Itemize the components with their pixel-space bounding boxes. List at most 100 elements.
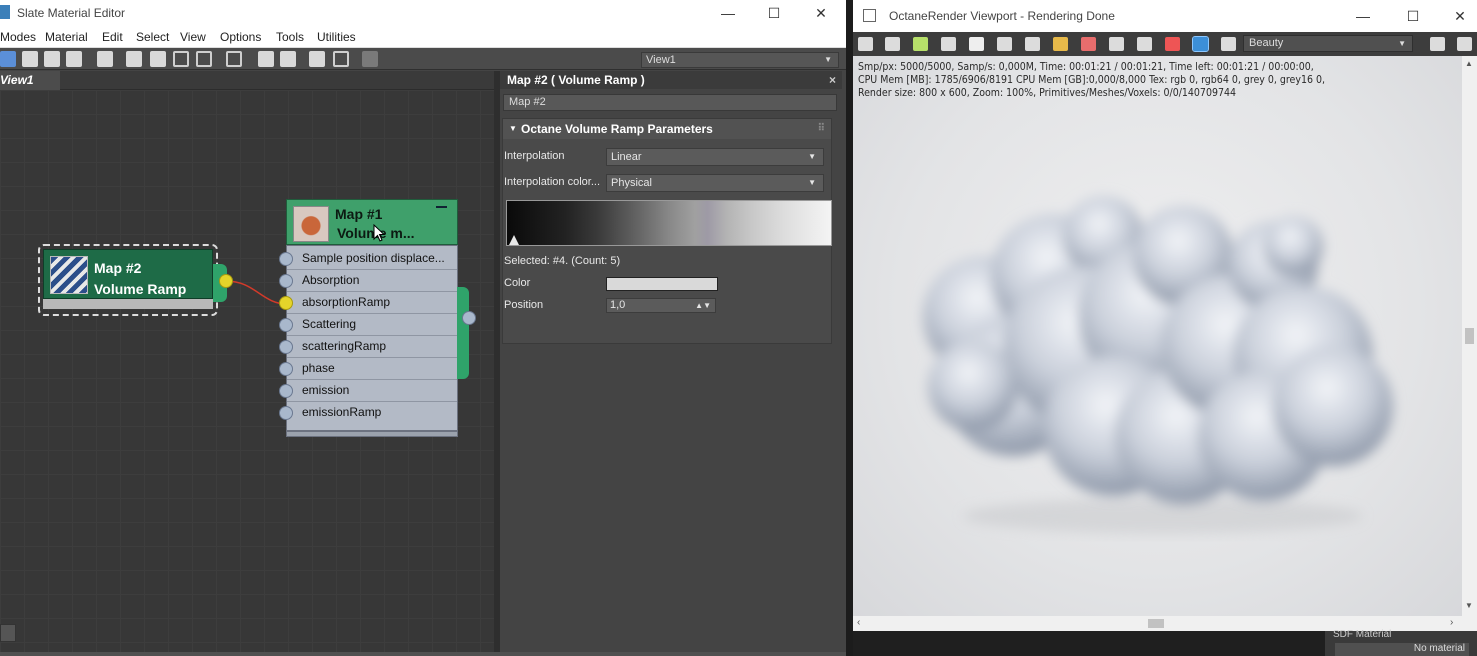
move-children-icon[interactable] [126,51,142,67]
show-map-in-viewport-icon[interactable] [173,51,189,67]
node-map1-volume-medium[interactable]: Map #1 Volume m... Sample position displ… [286,199,469,437]
input-port-scattering-ramp[interactable] [279,340,293,354]
color-picker-icon[interactable] [1053,37,1068,51]
material-parameter-editor-icon[interactable] [309,51,325,67]
node-map2-title: Map #2 [94,260,142,276]
scroll-left-icon[interactable]: ‹ [857,617,860,628]
menu-select[interactable]: Select [136,30,169,44]
menu-utilities[interactable]: Utilities [317,30,356,44]
fit-window-icon[interactable] [1457,37,1472,51]
menu-modes[interactable]: Modes [0,30,36,44]
menu-edit[interactable]: Edit [102,30,123,44]
render-pass-dropdown[interactable]: Beauty ▼ [1243,35,1413,52]
collapse-icon[interactable] [436,206,447,208]
input-port-scattering[interactable] [279,318,293,332]
copy-image-icon[interactable] [885,37,900,51]
render-view[interactable]: Smp/px: 5000/5000, Samp/s: 0,000M, Time:… [853,56,1462,616]
settings-gear-icon[interactable] [1221,37,1236,51]
navigator-icon[interactable] [0,624,16,642]
pause-icon[interactable] [969,37,984,51]
volume-ramp-gradient-editor[interactable] [506,200,832,246]
volume-medium-thumbnail-icon [293,206,329,242]
slot-label: Absorption [302,273,360,287]
view-selector-dropdown[interactable]: View1 ▼ [641,52,839,68]
slate-window-title: Slate Material Editor [17,6,126,20]
input-port-sample-position[interactable] [279,252,293,266]
horizontal-scroll-thumb[interactable] [1148,619,1164,628]
viewport-icon[interactable] [1109,37,1124,51]
region-render-icon[interactable] [1081,37,1096,51]
slot-absorption-ramp[interactable]: absorptionRamp [287,292,457,314]
input-port-absorption-ramp[interactable] [279,296,293,310]
layout-children-icon[interactable] [280,51,296,67]
input-port-emission[interactable] [279,384,293,398]
octane-minimize-button[interactable]: — [1340,3,1386,29]
slot-sample-position[interactable]: Sample position displace... [287,248,457,270]
slate-maximize-button[interactable]: ☐ [751,0,797,26]
restart-render-icon[interactable] [913,37,928,51]
slot-scattering-ramp[interactable]: scatteringRamp [287,336,457,358]
octane-viewport-window: OctaneRender Viewport - Rendering Done —… [846,0,1477,656]
node-map2-header[interactable]: Map #2 Volume Ramp [43,249,213,299]
scrollbar-corner [1462,616,1477,631]
render-settings-icon[interactable] [1137,37,1152,51]
nav-view-icon[interactable] [333,51,349,67]
node-map2-volume-ramp[interactable]: Map #2 Volume Ramp [38,244,227,316]
slot-emission[interactable]: emission [287,380,457,402]
scroll-up-icon[interactable]: ▲ [1465,59,1473,68]
autofocus-icon[interactable] [1025,37,1040,51]
input-port-emission-ramp[interactable] [279,406,293,420]
list-view-icon[interactable] [1430,37,1445,51]
vertical-scroll-thumb[interactable] [1465,328,1474,344]
menu-tools[interactable]: Tools [276,30,304,44]
record-icon[interactable] [1165,37,1180,51]
material-id-icon[interactable] [226,51,242,67]
scroll-down-icon[interactable]: ▼ [1465,601,1473,610]
hide-unused-slots-icon[interactable] [150,51,166,67]
input-port-phase[interactable] [279,362,293,376]
render-settings-icon[interactable] [362,51,378,67]
slate-minimize-button[interactable]: — [705,0,751,26]
lock-icon[interactable] [941,37,956,51]
scroll-right-icon[interactable]: › [1450,617,1453,628]
show-background-icon[interactable] [196,51,212,67]
eyedropper-icon[interactable] [22,51,38,67]
delete-icon[interactable] [97,51,113,67]
selected-flag-info: Selected: #4. (Count: 5) [504,255,621,267]
menu-view[interactable]: View [180,30,206,44]
slate-close-button[interactable]: ✕ [798,0,844,26]
slot-scattering[interactable]: Scattering [287,314,457,336]
node-map2-output-port[interactable] [219,274,233,288]
camera-lock-icon[interactable] [1192,36,1209,52]
gradient-flag-marker[interactable] [509,235,519,245]
reset-map-icon[interactable] [66,51,82,67]
layout-all-icon[interactable] [258,51,274,67]
octane-close-button[interactable]: ✕ [1437,3,1477,29]
input-port-absorption[interactable] [279,274,293,288]
position-spinner[interactable]: 1,0 ▲▼ [606,298,716,313]
rollout-header[interactable]: ▼ Octane Volume Ramp Parameters ⠿ [503,119,831,139]
slot-absorption[interactable]: Absorption [287,270,457,292]
close-icon[interactable]: × [829,71,836,89]
node-map1-header[interactable]: Map #1 Volume m... [286,199,458,245]
select-tool-icon[interactable] [0,51,16,67]
render-vertical-scrollbar[interactable]: ▲ ▼ [1462,56,1477,616]
interpolation-dropdown[interactable]: Linear ▼ [606,148,824,166]
menu-options[interactable]: Options [220,30,261,44]
view-selector-value: View1 [646,54,676,66]
slot-phase[interactable]: phase [287,358,457,380]
slot-emission-ramp[interactable]: emissionRamp [287,402,457,424]
tab-view1[interactable]: View1 [0,71,60,90]
node-map1-output-port[interactable] [462,311,476,325]
flag-color-swatch[interactable] [606,277,718,291]
drag-grip-icon[interactable]: ⠿ [818,119,825,139]
menu-material[interactable]: Material [45,30,88,44]
refresh-icon[interactable] [997,37,1012,51]
octane-maximize-button[interactable]: ☐ [1390,3,1436,29]
map-name-field[interactable]: Map #2 [503,94,837,111]
no-material-button[interactable]: No material [1335,643,1469,656]
save-image-icon[interactable] [858,37,873,51]
spinner-arrows-icon[interactable]: ▲▼ [695,299,711,312]
assign-material-icon[interactable] [44,51,60,67]
interpolation-color-dropdown[interactable]: Physical ▼ [606,174,824,192]
